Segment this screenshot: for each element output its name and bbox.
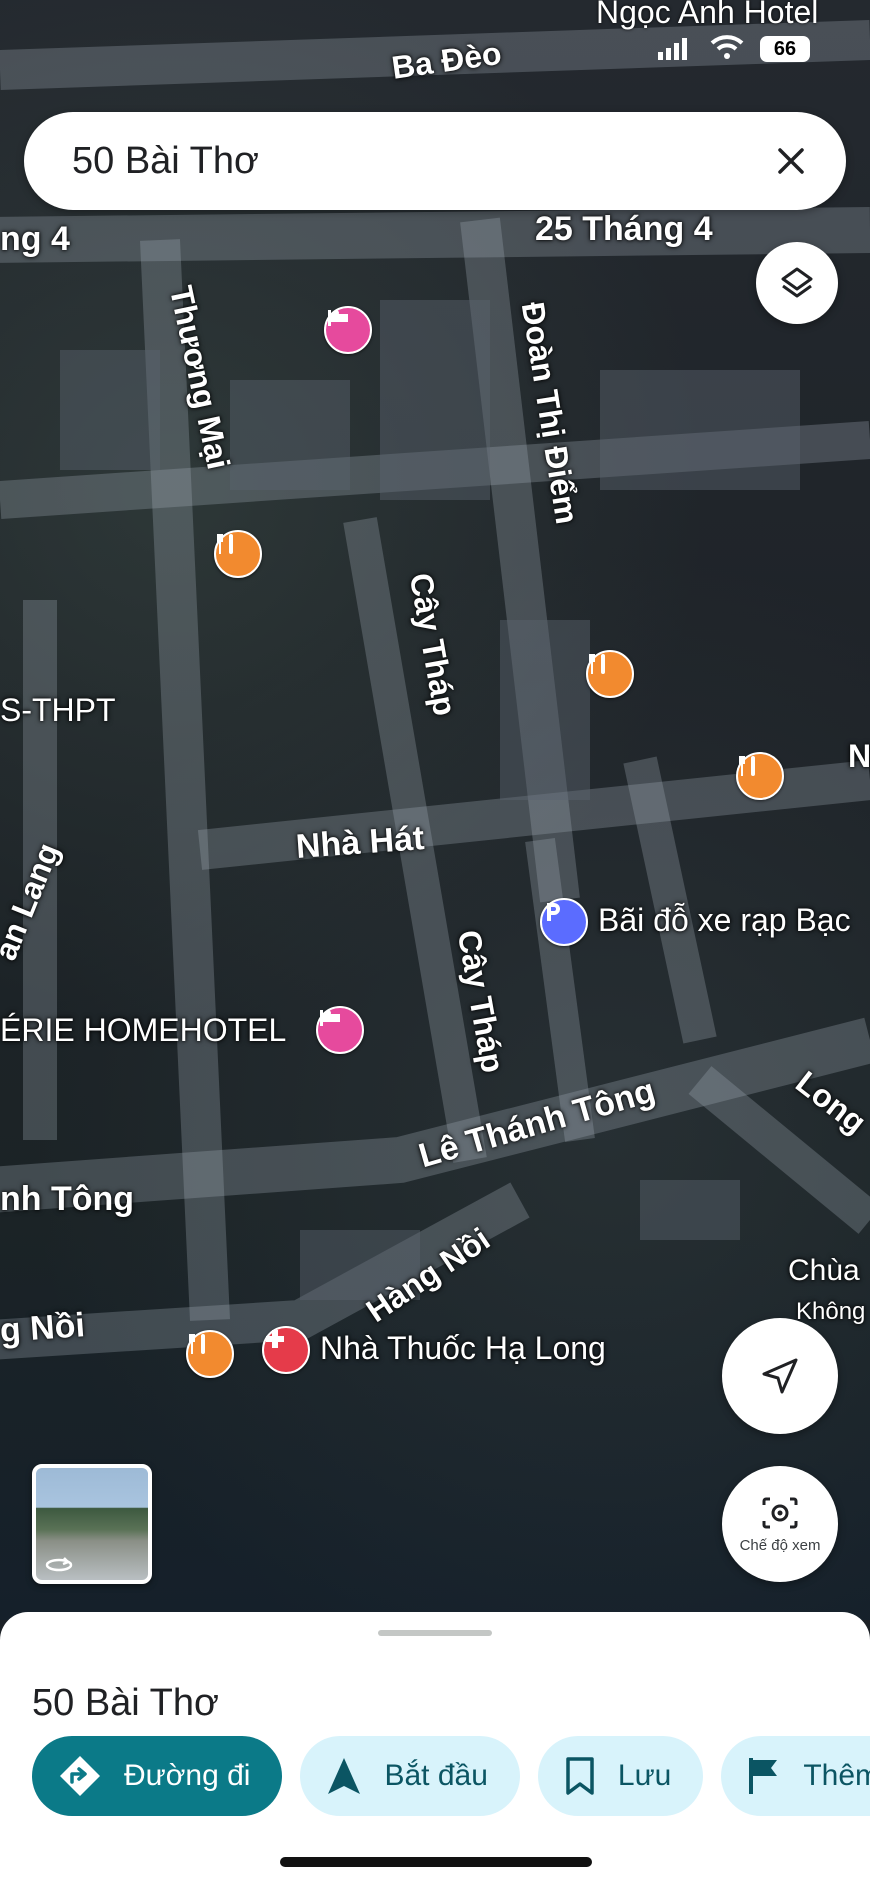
temple-label: Chùa [788,1254,860,1287]
my-location-button[interactable] [722,1318,838,1434]
restaurant-pin[interactable] [186,1330,234,1378]
search-input[interactable]: 50 Bài Thơ [72,140,756,183]
wifi-icon [710,35,744,59]
battery-indicator: 66 [760,36,810,62]
school-label: S-THPT [0,692,116,728]
view-mode-label: Chế độ xem [739,1536,821,1554]
flag-icon [747,1756,781,1796]
more-button[interactable]: Thêm [721,1736,870,1816]
navigation-arrow-icon [762,1358,798,1394]
restaurant-pin[interactable] [736,752,784,800]
action-chips: Đường đi Bắt đầu Lưu Thêm [32,1736,870,1818]
restaurant-pin[interactable] [214,530,262,578]
home-indicator [280,1857,592,1867]
street-view-thumbnail[interactable] [32,1464,152,1584]
view-mode-button[interactable]: Chế độ xem [722,1466,838,1582]
layers-icon [781,267,813,298]
start-button[interactable]: Bắt đầu [300,1736,520,1816]
pharmacy-icon [266,1330,284,1348]
temple-label-2: Không [796,1298,866,1325]
directions-icon [58,1754,102,1798]
directions-label: Đường đi [124,1759,251,1792]
save-button[interactable]: Lưu [537,1736,704,1816]
street-label: N [848,738,870,774]
start-label: Bắt đầu [384,1759,488,1792]
hotel-icon [328,310,348,326]
hotel-label[interactable]: ÉRIE HOMEHOTEL [0,1012,286,1049]
street-label: 25 Tháng 4 [535,210,713,248]
search-bar[interactable]: 50 Bài Thơ [24,112,846,210]
close-icon [778,148,804,174]
signal-icon [658,38,687,60]
save-label: Lưu [617,1759,672,1792]
street-label: nh Tông [0,1180,135,1218]
navigation-icon [326,1756,362,1796]
directions-button[interactable]: Đường đi [32,1736,283,1816]
parking-label[interactable]: Bãi đỗ xe rạp Bạc [598,902,851,939]
battery-level: 66 [773,38,797,60]
hotel-pin-2[interactable] [316,1006,364,1054]
status-bar: Ngọc Anh Hotel 66 [0,0,870,80]
clear-search-button[interactable] [756,126,826,196]
pharmacy-label[interactable]: Nhà Thuốc Hạ Long [320,1330,606,1367]
restaurant-pin[interactable] [586,650,634,698]
pharmacy-pin[interactable] [262,1326,310,1374]
street-label: g Nồi [0,1306,87,1350]
status-top-label: Ngọc Anh Hotel [596,0,819,30]
place-title: 50 Bài Thơ [32,1682,219,1724]
restaurant-icon [589,654,605,674]
layers-button[interactable] [756,242,838,324]
parking-icon [547,903,560,921]
rotate-360-icon [45,1557,73,1572]
sheet-drag-handle[interactable] [378,1630,492,1636]
restaurant-icon [189,1334,205,1354]
parking-pin[interactable] [540,898,588,946]
place-bottom-sheet[interactable]: 50 Bài Thơ Đường đi Bắt đầu Lưu Thêm [0,1612,870,1883]
bookmark-icon [564,1756,596,1796]
more-label: Thêm [803,1759,870,1792]
hotel-pin[interactable] [324,306,372,354]
restaurant-icon [739,756,755,776]
hotel-icon [320,1010,340,1026]
street-label: ng 4 [0,220,70,258]
camera-icon [762,1497,798,1528]
restaurant-icon [217,534,233,554]
